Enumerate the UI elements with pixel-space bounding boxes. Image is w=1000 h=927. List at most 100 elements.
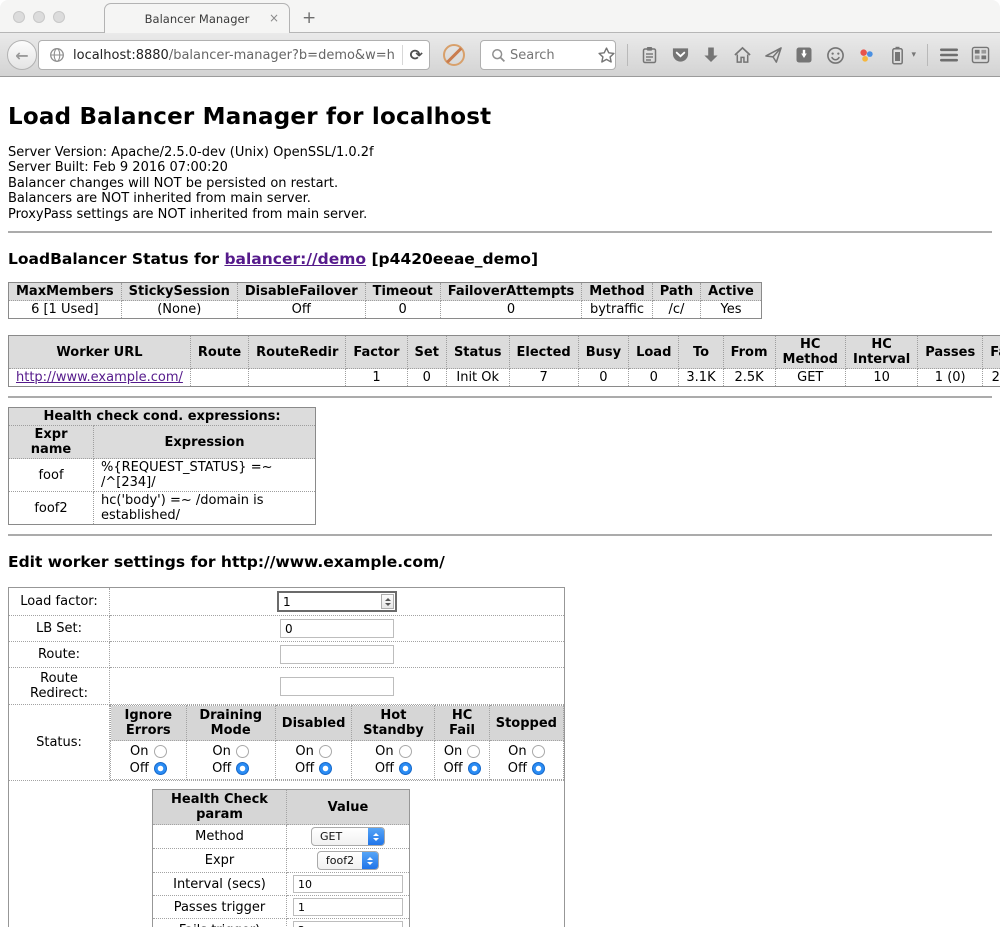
lb-set-row: LB Set:: [9, 616, 565, 642]
disabled-off-radio[interactable]: [319, 762, 332, 775]
hc-header-row: Health Check param Value: [153, 790, 410, 825]
cell-busy: 0: [578, 369, 628, 387]
save-to-device-icon[interactable]: [794, 45, 814, 65]
hc-method-select[interactable]: GET: [311, 827, 385, 846]
number-stepper-icon[interactable]: [381, 594, 394, 609]
hot-standby-on-radio[interactable]: [399, 745, 412, 758]
on-label: On: [508, 743, 526, 760]
battery-extension-icon[interactable]: [887, 45, 907, 65]
on-label: On: [130, 743, 148, 760]
divider: [8, 231, 992, 233]
cell-maxmembers: 6 [1 Used]: [9, 301, 122, 319]
cell-load: 0: [629, 369, 679, 387]
route-redirect-input[interactable]: [280, 677, 394, 696]
disabled-on-radio[interactable]: [319, 745, 332, 758]
route-redirect-row: Route Redirect:: [9, 668, 565, 705]
colored-dots-extension-icon[interactable]: [856, 45, 876, 65]
hc-fail-on-radio[interactable]: [467, 745, 480, 758]
toolbar-separator-2: [927, 44, 928, 66]
balancer-data-row: 6 [1 Used] (None) Off 0 0 bytraffic /c/ …: [9, 301, 762, 319]
worker-url-link[interactable]: http://www.example.com/: [16, 370, 183, 385]
lb-set-input[interactable]: [280, 619, 394, 638]
hc-method-selected-value: GET: [312, 830, 368, 843]
cell-status: Init Ok: [446, 369, 509, 387]
health-expr-table: Health check cond. expressions: Expr nam…: [8, 407, 316, 525]
hot-standby-off-radio[interactable]: [399, 762, 412, 775]
status-row: Status: Ignore Errors Draining Mode Disa…: [9, 705, 565, 781]
off-label: Off: [295, 760, 314, 777]
ignore-errors-off-radio[interactable]: [154, 762, 167, 775]
col-timeout: Timeout: [365, 283, 440, 301]
status-heading-prefix: LoadBalancer Status for: [8, 250, 224, 268]
hc-fails-label: Fails trigger): [153, 919, 287, 927]
load-factor-row: Load factor:: [9, 588, 565, 616]
draining-mode-on-radio[interactable]: [236, 745, 249, 758]
off-label: Off: [130, 760, 149, 777]
hc-passes-input[interactable]: [293, 898, 403, 916]
tab-balancer-manager[interactable]: Balancer Manager ×: [104, 3, 290, 34]
cell-hc-interval: 10: [845, 369, 917, 387]
download-icon[interactable]: [701, 45, 721, 65]
balancer-demo-link[interactable]: balancer://demo: [224, 250, 366, 268]
worker-header-row: Worker URL Route RouteRedir Factor Set S…: [9, 336, 1000, 369]
site-globe-icon: [47, 45, 67, 65]
ignore-errors-on-radio[interactable]: [154, 745, 167, 758]
tab-groups-grid-icon[interactable]: [970, 45, 990, 65]
expr-title-row: Health check cond. expressions:: [9, 408, 316, 426]
close-window-button[interactable]: [13, 11, 25, 23]
tab-close-icon[interactable]: ×: [269, 11, 279, 25]
overflow-caret-icon[interactable]: ▾: [911, 50, 916, 60]
emoji-smiley-icon[interactable]: [825, 45, 845, 65]
clipboard-icon[interactable]: [639, 45, 659, 65]
send-plane-icon[interactable]: [763, 45, 783, 65]
cell-stickysession: (None): [121, 301, 237, 319]
load-factor-input[interactable]: [279, 595, 381, 609]
minimize-window-button[interactable]: [33, 11, 45, 23]
col-factor: Factor: [346, 336, 407, 369]
hc-interval-input[interactable]: [293, 875, 403, 893]
lb-set-label: LB Set:: [9, 616, 110, 642]
zoom-window-button[interactable]: [53, 11, 65, 23]
worker-settings-form: Load factor: LB Set: Route: Route Redire…: [8, 587, 565, 927]
hc-method-row: Method GET: [153, 825, 410, 849]
search-input[interactable]: [508, 47, 598, 64]
back-button[interactable]: ←: [7, 40, 37, 70]
bookmark-star-icon[interactable]: [596, 45, 616, 65]
toolbar-separator: [627, 44, 628, 66]
home-icon[interactable]: [732, 45, 752, 65]
off-label: Off: [508, 760, 527, 777]
expr-table-title: Health check cond. expressions:: [9, 408, 316, 426]
urlbar-divider: [402, 45, 403, 65]
toolbar-icons: ▾: [596, 33, 990, 77]
route-input[interactable]: [280, 645, 394, 664]
hc-fail-off-radio[interactable]: [468, 762, 481, 775]
pocket-icon[interactable]: [670, 45, 690, 65]
stopped-off-radio[interactable]: [532, 762, 545, 775]
divider-2: [8, 396, 992, 398]
reload-button[interactable]: ⟳: [410, 46, 423, 64]
col-to: To: [679, 336, 723, 369]
edit-worker-heading: Edit worker settings for http://www.exam…: [8, 553, 992, 571]
col-passes: Passes: [918, 336, 983, 369]
draining-mode-off-radio[interactable]: [236, 762, 249, 775]
col-routeredir: RouteRedir: [249, 336, 346, 369]
stopped-on-radio[interactable]: [532, 745, 545, 758]
draining-mode-cell: On Off: [186, 741, 275, 780]
url-bar[interactable]: localhost:8880/balancer-manager?b=demo&w…: [38, 40, 430, 70]
hc-fails-input[interactable]: [293, 921, 403, 927]
hc-expr-select[interactable]: foof2: [317, 851, 379, 870]
adblock-icon[interactable]: [443, 44, 465, 66]
expr-row-foof: foof %{REQUEST_STATUS} =~ /^[234]/: [9, 459, 316, 492]
cell-passes: 1 (0): [918, 369, 983, 387]
menu-hamburger-icon[interactable]: [939, 45, 959, 65]
col-status: Status: [446, 336, 509, 369]
route-label: Route:: [9, 642, 110, 668]
new-tab-button[interactable]: +: [302, 8, 316, 28]
col-elected: Elected: [509, 336, 578, 369]
col-fails: Fails: [983, 336, 1000, 369]
window-controls[interactable]: [13, 11, 65, 23]
expr-value-foof2: hc('body') =~ /domain is established/: [94, 492, 316, 525]
url-text[interactable]: localhost:8880/balancer-manager?b=demo&w…: [73, 48, 395, 63]
off-label: Off: [443, 760, 462, 777]
col-load: Load: [629, 336, 679, 369]
